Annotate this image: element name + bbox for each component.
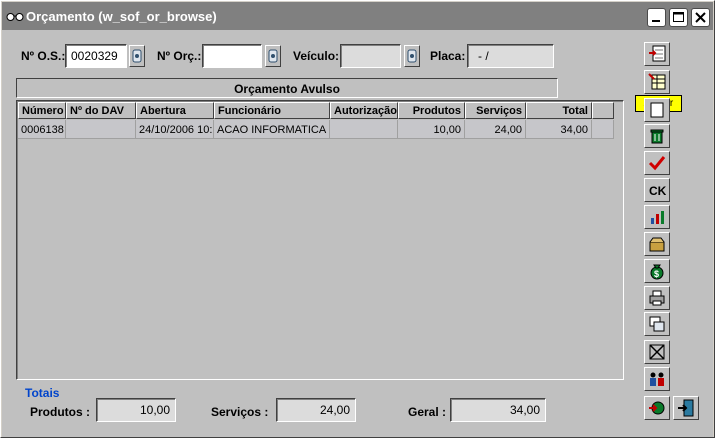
totals-servicos-label: Serviços : (211, 405, 269, 419)
orc-input[interactable] (202, 44, 262, 68)
maximize-icon (673, 12, 684, 22)
edit-icon (648, 73, 666, 90)
printer-icon (649, 290, 665, 306)
totals-produtos-value: 10,00 (96, 398, 176, 422)
enter-button[interactable] (644, 396, 670, 420)
cancel-button[interactable] (644, 340, 670, 364)
enter-icon (649, 401, 665, 415)
ck-button[interactable]: CK (644, 178, 670, 202)
transfer-icon (650, 372, 664, 386)
copy-icon (649, 316, 665, 332)
totals-servicos-value: 24,00 (276, 398, 356, 422)
column-header-autorizacao[interactable]: Autorização (330, 102, 398, 119)
eyeglasses-icon (6, 13, 24, 21)
minimize-icon (652, 20, 660, 22)
title-bar[interactable]: Orçamento (w_sof_or_browse) (2, 2, 713, 30)
table-cell-numero[interactable]: 0006138 (18, 120, 66, 139)
os-label: Nº O.S.: (21, 49, 66, 63)
orcamento-window: Orçamento (w_sof_or_browse) Nº O.S.: 002… (0, 0, 715, 438)
totals-geral-value: 34,00 (450, 398, 546, 422)
os-input[interactable]: 0020329 (65, 44, 127, 68)
lookup-icon (132, 49, 142, 63)
money-button[interactable]: $ (644, 259, 670, 283)
close-button[interactable] (691, 8, 710, 27)
transfer-button[interactable] (644, 367, 670, 391)
orcamento-grid[interactable]: Número Nº do DAV Abertura Funcionário Au… (16, 100, 624, 380)
chart-icon (651, 211, 664, 224)
lookup-icon (407, 49, 417, 63)
delete-button[interactable] (644, 124, 670, 148)
table-cell-funcionario[interactable]: ACAO INFORMATICA (214, 120, 330, 139)
table-cell-abertura[interactable]: 24/10/2006 10: (136, 120, 214, 139)
chart-button[interactable] (644, 205, 670, 229)
money-bag-icon: $ (650, 264, 664, 280)
table-cell-produtos[interactable]: 10,00 (398, 120, 465, 139)
view-icon (650, 102, 664, 118)
table-cell-total[interactable]: 34,00 (526, 120, 592, 139)
svg-text:$: $ (654, 269, 659, 279)
maximize-button[interactable] (669, 8, 688, 27)
section-title: Orçamento Avulso (16, 78, 558, 98)
table-cell-dav[interactable] (66, 120, 136, 139)
exit-button[interactable] (673, 396, 699, 420)
confirm-button[interactable] (644, 151, 670, 175)
column-header-produtos[interactable]: Produtos (398, 102, 465, 119)
veiculo-input[interactable] (340, 44, 401, 68)
exit-door-icon (678, 399, 694, 417)
box-icon (649, 237, 665, 252)
column-header-abertura[interactable]: Abertura (136, 102, 214, 119)
totals-produtos-label: Produtos : (30, 405, 90, 419)
client-area: Nº O.S.: 0020329 Nº Orç.: Veículo: Placa… (2, 30, 713, 437)
include-button[interactable] (644, 42, 670, 66)
ck-icon: CK (648, 181, 666, 199)
column-header-dav[interactable]: Nº do DAV (66, 102, 136, 119)
lookup-icon (268, 49, 278, 63)
column-header-spacer (592, 102, 614, 119)
view-button[interactable] (644, 98, 670, 122)
orc-label: Nº Orç.: (157, 49, 202, 63)
orc-lookup-button[interactable] (265, 45, 281, 67)
veiculo-lookup-button[interactable] (404, 45, 420, 67)
column-header-servicos[interactable]: Serviços (465, 102, 526, 119)
box-button[interactable] (644, 232, 670, 256)
close-icon (695, 12, 706, 23)
placa-input[interactable]: - / (467, 44, 554, 68)
trash-icon (650, 129, 664, 144)
column-header-numero[interactable]: Número (18, 102, 66, 119)
table-cell-autorizacao[interactable] (330, 120, 398, 139)
veiculo-label: Veículo: (293, 49, 340, 63)
table-cell-servicos[interactable]: 24,00 (465, 120, 526, 139)
window-title: Orçamento (w_sof_or_browse) (26, 9, 217, 24)
include-icon (649, 45, 666, 62)
column-header-total[interactable]: Total (526, 102, 592, 119)
copy-button[interactable] (644, 312, 670, 336)
column-header-funcionario[interactable]: Funcionário (214, 102, 330, 119)
edit-button[interactable] (644, 70, 670, 94)
check-icon (648, 156, 666, 171)
totals-title: Totais (25, 386, 60, 400)
placa-label: Placa: (430, 49, 466, 63)
print-button[interactable] (644, 286, 670, 310)
table-cell-spacer (592, 120, 614, 139)
ck-label: CK (649, 184, 666, 198)
os-lookup-button[interactable] (129, 45, 145, 67)
cancel-icon (649, 344, 665, 360)
totals-geral-label: Geral : (408, 405, 447, 419)
minimize-button[interactable] (647, 8, 666, 27)
